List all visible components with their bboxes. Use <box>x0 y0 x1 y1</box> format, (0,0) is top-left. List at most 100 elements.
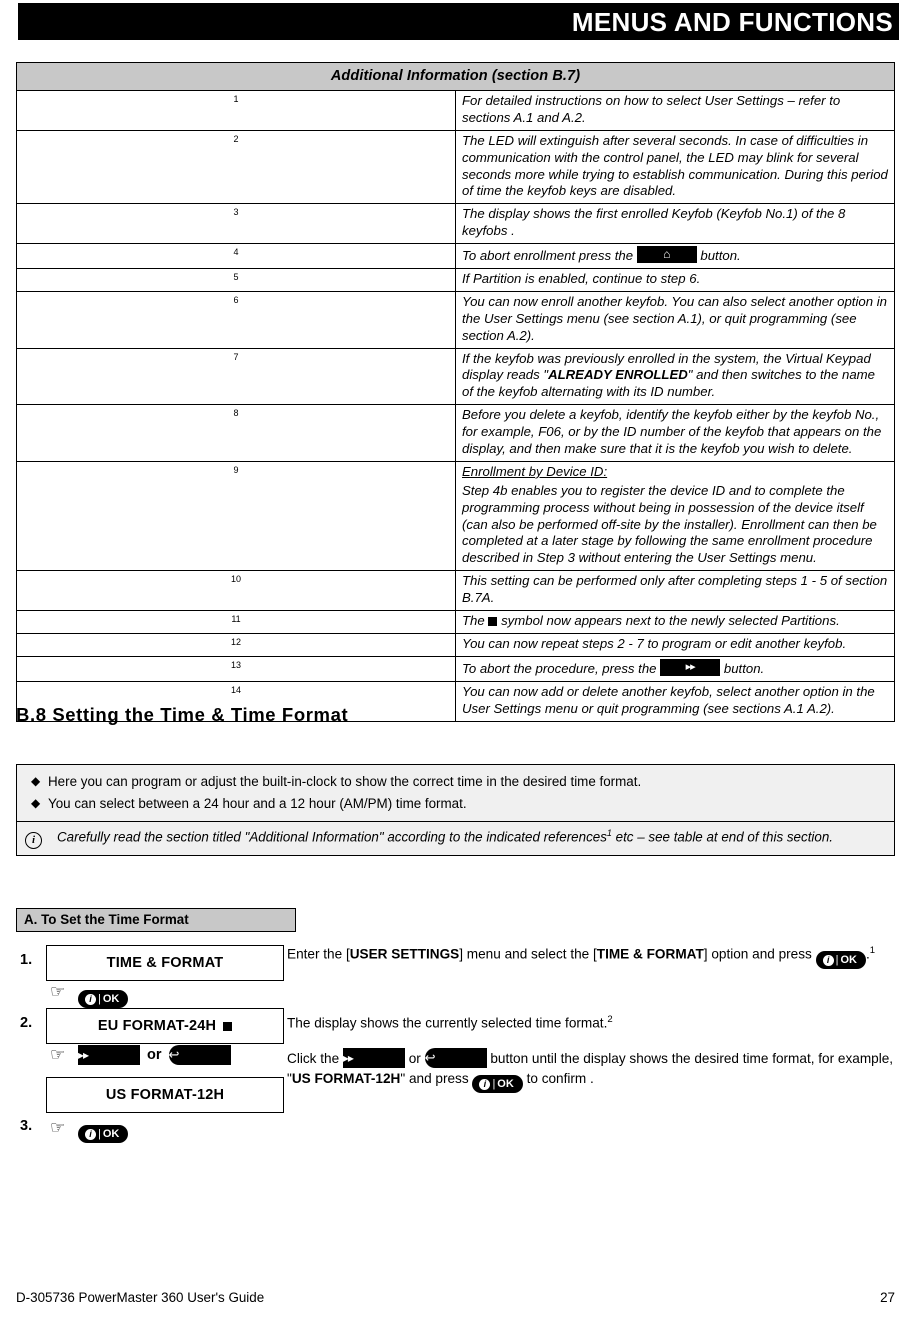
table-row: 2 The LED will extinguish after several … <box>16 129 895 205</box>
row-text: You can now enroll another keyfob. You c… <box>455 290 895 349</box>
row-text: To abort the procedure, press the ▸▸ but… <box>455 655 895 682</box>
filled-square-symbol <box>488 617 498 627</box>
diamond-bullet-icon: ◆ <box>31 796 41 811</box>
section-intro-box: ◆ Here you can program or adjust the bui… <box>16 764 895 857</box>
info-circle-icon: i <box>25 826 57 850</box>
row-number: 4 <box>16 243 456 270</box>
filled-square-symbol <box>223 1021 233 1031</box>
row-subheading: Enrollment by Device ID: <box>462 463 608 479</box>
row-number: 1 <box>16 90 456 131</box>
row-number: 7 <box>16 347 456 406</box>
row-number: 12 <box>16 632 456 657</box>
step-number-1: 1. <box>20 952 33 968</box>
row-number: 9 <box>16 460 456 572</box>
step-2-instruction-a: The display shows the currently selected… <box>287 1013 895 1033</box>
display-text: US FORMAT-12H <box>105 1087 225 1103</box>
forward-key-icon[interactable]: ▸▸ <box>78 1045 140 1065</box>
row-text-after: button. <box>723 660 765 676</box>
instr-bold: USER SETTINGS <box>349 946 460 962</box>
table-row: 8 Before you delete a keyfob, identify t… <box>16 404 895 462</box>
hand-pointer-icon: ☞ <box>50 1118 66 1138</box>
row-number: 8 <box>16 404 456 462</box>
step-number-3: 3. <box>20 1118 33 1134</box>
list-item: ◆ You can select between a 24 hour and a… <box>31 793 884 815</box>
diamond-bullet-icon: ◆ <box>31 774 41 788</box>
or-label: or <box>147 1047 162 1063</box>
table-row: 13 To abort the procedure, press the ▸▸ … <box>16 655 895 682</box>
back-key-icon[interactable]: ↩ <box>168 1045 231 1065</box>
ok-key-icon[interactable]: i | OK <box>78 990 129 1008</box>
step-1-instruction: Enter the [USER SETTINGS] menu and selec… <box>287 944 895 969</box>
table-row: 9 Enrollment by Device ID: Step 4b enabl… <box>16 460 895 572</box>
row-text-after: button. <box>700 248 741 264</box>
instr-superscript: 2 <box>607 1014 613 1025</box>
table-row: 4 To abort enrollment press the ⌂ button… <box>16 243 895 270</box>
bullet-text: You can select between a 24 hour and a 1… <box>48 796 467 812</box>
instr-text: The display shows the currently selected… <box>287 1015 608 1031</box>
bullet-text: Here you can program or adjust the built… <box>48 774 642 789</box>
instr-bold: TIME & FORMAT <box>596 946 704 962</box>
row-number: 6 <box>16 290 456 349</box>
instr-text: or <box>408 1051 421 1066</box>
row-text-after: symbol now appears next to the newly sel… <box>501 613 840 629</box>
instr-text: ] menu and select the [ <box>459 946 597 962</box>
ok-key-icon[interactable]: i | OK <box>78 1125 129 1143</box>
instr-text: Click the <box>287 1051 340 1066</box>
next-forward-key-icon: ▸▸ <box>660 658 721 676</box>
row-text: Before you delete a keyfob, identify the… <box>455 404 895 462</box>
step-2-instruction-b: Click the ▸▸ or ↩ button until the displ… <box>287 1048 895 1093</box>
table-caption: Additional Information (section B.7) <box>16 62 895 91</box>
page-header-banner: MENUS AND FUNCTIONS <box>18 3 899 40</box>
instr-text: Enter the [ <box>287 946 350 962</box>
row-text: For detailed instructions on how to sele… <box>455 90 895 131</box>
row-number: 10 <box>16 570 456 612</box>
table-row: 10 This setting can be performed only af… <box>16 570 895 612</box>
row-text: The symbol now appears next to the newly… <box>455 610 895 634</box>
row-text-before: To abort enrollment press the <box>462 248 634 264</box>
section-heading: B.8 Setting the Time & Time Format <box>16 704 349 725</box>
hand-pointer-icon: ☞ <box>50 982 66 1002</box>
footer-document-title: D-305736 PowerMaster 360 User's Guide <box>16 1290 265 1305</box>
table-row: 5 If Partition is enabled, continue to s… <box>16 268 895 292</box>
row-text: If the keyfob was previously enrolled in… <box>455 347 895 406</box>
ok-key-icon[interactable]: i | OK <box>472 1074 523 1093</box>
step-number-2: 2. <box>20 1015 33 1031</box>
row-text-before: To abort the procedure, press the <box>462 660 657 676</box>
display-time-format: TIME & FORMAT <box>46 945 284 981</box>
row-emphasis: ALREADY ENROLLED <box>548 367 688 383</box>
table-caption-row: Additional Information (section B.7) <box>16 62 895 91</box>
table-row: 7 If the keyfob was previously enrolled … <box>16 347 895 406</box>
row-number: 3 <box>16 203 456 245</box>
table-row: 1 For detailed instructions on how to se… <box>16 90 895 131</box>
press-ok-key-3[interactable]: i | OK <box>78 1120 129 1143</box>
display-text: EU FORMAT-24H <box>97 1018 217 1034</box>
press-ok-key-1[interactable]: i | OK <box>78 985 129 1008</box>
ok-key-icon[interactable]: i | OK <box>815 950 866 969</box>
display-us-format: US FORMAT-12H <box>46 1077 284 1113</box>
row-text: You can now add or delete another keyfob… <box>455 680 895 722</box>
hand-pointer-icon: ☞ <box>50 1045 66 1065</box>
table-row: 3 The display shows the first enrolled K… <box>16 203 895 245</box>
footer-page-number: 27 <box>880 1290 895 1305</box>
note-text: Carefully read the section titled "Addit… <box>57 826 833 849</box>
table-row: 6 You can now enroll another keyfob. You… <box>16 290 895 349</box>
row-number: 13 <box>16 655 456 682</box>
row-text: To abort enrollment press the ⌂ button. <box>455 243 895 270</box>
row-text-before: The <box>462 613 485 629</box>
back-key-icon[interactable]: ↩ <box>424 1048 487 1068</box>
instr-superscript: 1 <box>869 945 876 956</box>
instr-bold: US FORMAT-12H <box>291 1070 401 1086</box>
list-item: ◆ Here you can program or adjust the bui… <box>31 771 884 793</box>
forward-key-icon[interactable]: ▸▸ <box>342 1048 405 1068</box>
row-number: 11 <box>16 610 456 634</box>
note-text-before: Carefully read the section titled "Addit… <box>57 829 607 845</box>
row-body: Step 4b enables you to register the devi… <box>462 482 877 566</box>
row-text: You can now repeat steps 2 - 7 to progra… <box>455 632 895 657</box>
note-callout: i Carefully read the section titled "Add… <box>17 822 894 855</box>
row-number: 5 <box>16 268 456 292</box>
additional-information-table: Additional Information (section B.7) 1 F… <box>16 62 895 722</box>
instr-text: to confirm . <box>526 1070 594 1086</box>
row-text: The LED will extinguish after several se… <box>455 129 895 205</box>
instr-text: ] option and press <box>703 946 812 962</box>
table-row: 11 The symbol now appears next to the ne… <box>16 610 895 634</box>
